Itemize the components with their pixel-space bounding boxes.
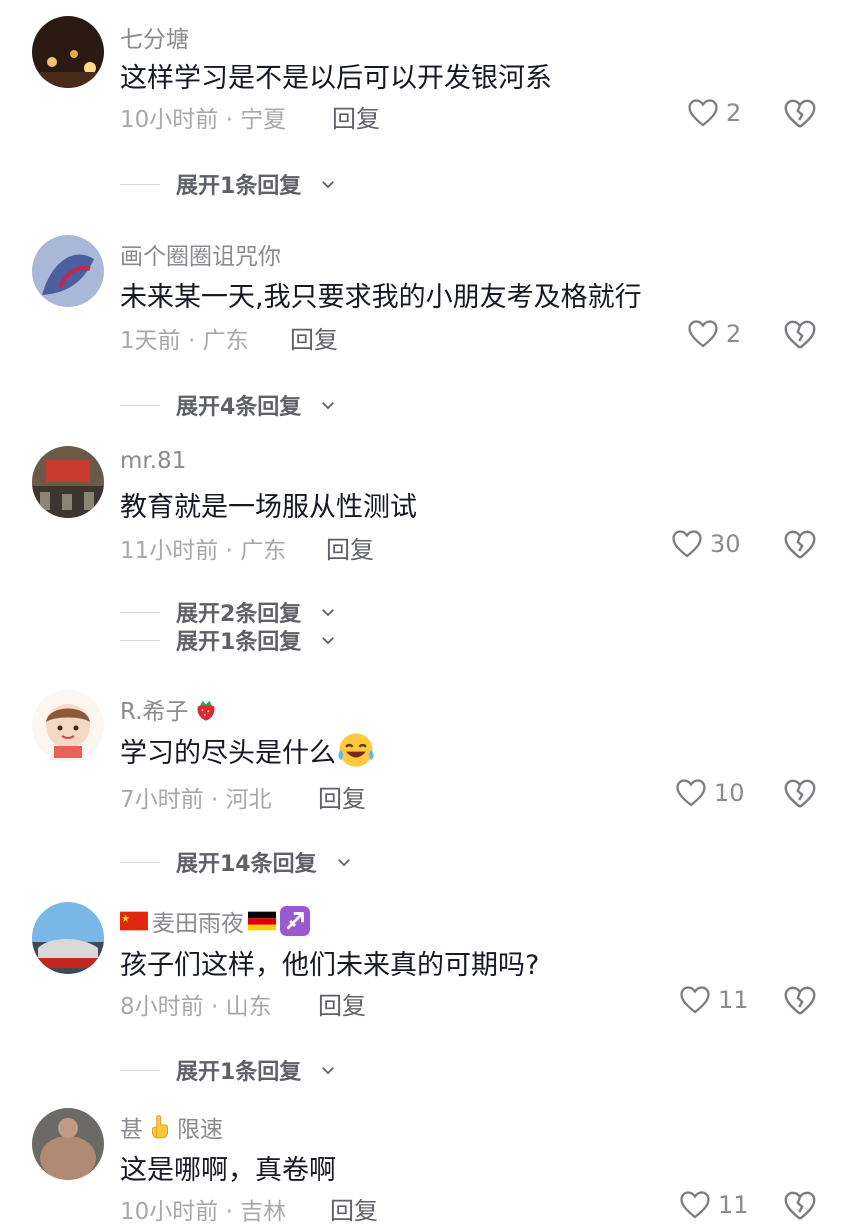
username[interactable]: 七分塘 — [120, 20, 189, 54]
china-flag-icon — [120, 911, 148, 931]
chevron-down-icon — [322, 181, 335, 189]
divider-line — [120, 639, 160, 641]
like-count: 11 — [718, 1191, 749, 1219]
comment-text-body: 这样学习是不是以后可以开发银河系 — [120, 63, 552, 94]
comment-text-body: 这是哪啊，真卷啊 — [120, 1155, 336, 1186]
like-button[interactable]: 30 — [670, 527, 741, 561]
broken-heart-icon[interactable] — [782, 776, 818, 812]
comment-meta: 1天前 · 广东 — [120, 328, 249, 354]
expand-label[interactable]: 展开1条回复 — [176, 1054, 301, 1086]
username[interactable]: 画个圈圈诅咒你 — [120, 237, 281, 271]
comment-text-body: 未来某一天,我只要求我的小朋友考及格就行 — [120, 282, 642, 313]
like-button[interactable]: 10 — [674, 776, 745, 810]
like-count: 2 — [726, 320, 742, 348]
heart-outline-icon — [676, 779, 706, 807]
comment-text: 这是哪啊，真卷啊 — [120, 1148, 336, 1187]
sagittarius-icon — [280, 906, 310, 936]
reply-button[interactable]: 回复 — [290, 320, 338, 355]
username[interactable]: mr.81 — [120, 448, 186, 474]
username-suffix[interactable]: 限速 — [177, 1110, 223, 1144]
chevron-down-icon — [322, 637, 335, 645]
username[interactable]: R.希子 — [120, 692, 220, 726]
like-count: 2 — [726, 99, 742, 127]
expand-replies-button[interactable]: 展开1条回复 — [120, 1054, 337, 1086]
avatar[interactable] — [32, 1108, 104, 1180]
comment-meta: 8小时前 · 山东 — [120, 994, 272, 1020]
pointing-up-hand-icon — [151, 1115, 169, 1139]
broken-heart-icon[interactable] — [782, 317, 818, 353]
avatar[interactable] — [32, 690, 104, 762]
divider-line — [120, 1069, 160, 1071]
username-text[interactable]: 七分塘 — [120, 20, 189, 54]
avatar[interactable] — [32, 902, 104, 974]
germany-flag-icon — [248, 911, 276, 931]
divider-line — [120, 611, 160, 613]
laughing-crying-emoji-icon — [338, 733, 374, 767]
avatar[interactable] — [32, 446, 104, 518]
broken-heart-icon[interactable] — [782, 1188, 818, 1224]
comment-meta: 10小时前 · 吉林 — [120, 1199, 287, 1225]
like-button[interactable]: 2 — [686, 317, 741, 351]
username-text[interactable]: 麦田雨夜 — [152, 904, 244, 938]
heart-outline-icon — [680, 1191, 710, 1219]
username-text[interactable]: R.希子 — [120, 692, 188, 726]
comment-text: 教育就是一场服从性测试 — [120, 485, 417, 524]
comment-meta: 7小时前 · 河北 — [120, 787, 272, 813]
comment-meta: 10小时前 · 宁夏 — [120, 107, 287, 133]
avatar[interactable] — [32, 235, 104, 307]
username[interactable]: 麦田雨夜 — [120, 904, 310, 938]
reply-button[interactable]: 回复 — [318, 986, 366, 1021]
divider-line — [120, 183, 160, 185]
expand-replies-button[interactable]: 展开4条回复 — [120, 389, 337, 421]
heart-outline-icon — [672, 530, 702, 558]
expand-replies-button[interactable]: 展开14条回复 — [120, 846, 353, 878]
reply-button[interactable]: 回复 — [318, 779, 366, 814]
broken-heart-icon[interactable] — [782, 983, 818, 1019]
expand-label[interactable]: 展开14条回复 — [176, 846, 317, 878]
avatar[interactable] — [32, 16, 104, 88]
reply-button[interactable]: 回复 — [326, 530, 374, 565]
username-text[interactable]: 画个圈圈诅咒你 — [120, 237, 281, 271]
like-count: 30 — [710, 530, 741, 558]
reply-button[interactable]: 回复 — [332, 99, 380, 134]
chevron-down-icon — [322, 609, 335, 617]
comment-text-body: 学习的尽头是什么 — [120, 737, 336, 769]
heart-outline-icon — [688, 320, 718, 348]
comment-text: 这样学习是不是以后可以开发银河系 — [120, 56, 552, 95]
divider-line — [120, 404, 160, 406]
like-button[interactable]: 11 — [678, 983, 749, 1017]
chevron-down-icon — [322, 402, 335, 410]
broken-heart-icon[interactable] — [782, 96, 818, 132]
comment-text: 未来某一天,我只要求我的小朋友考及格就行 — [120, 275, 642, 314]
strawberry-icon — [198, 700, 215, 721]
username-text[interactable]: 甚 — [120, 1110, 143, 1144]
comment-text: 学习的尽头是什么 — [120, 730, 376, 770]
expand-label[interactable]: 展开4条回复 — [176, 389, 301, 421]
divider-line — [120, 861, 160, 863]
username-text[interactable]: mr.81 — [120, 448, 186, 474]
broken-heart-icon[interactable] — [782, 527, 818, 563]
heart-outline-icon — [680, 986, 710, 1014]
reply-button[interactable]: 回复 — [330, 1191, 378, 1226]
comment-text: 孩子们这样，他们未来真的可期吗? — [120, 943, 539, 982]
username[interactable]: 甚 限速 — [120, 1110, 223, 1144]
comment-text-body: 孩子们这样，他们未来真的可期吗? — [120, 950, 540, 981]
chevron-down-icon — [322, 1067, 335, 1075]
like-count: 11 — [718, 986, 749, 1014]
expand-label[interactable]: 展开1条回复 — [176, 624, 301, 656]
comment-text-body: 教育就是一场服从性测试 — [120, 492, 417, 523]
comment-meta: 11小时前 · 广东 — [120, 538, 287, 564]
chevron-down-icon — [337, 859, 350, 867]
like-count: 10 — [714, 779, 745, 807]
like-button[interactable]: 2 — [686, 96, 741, 130]
like-button[interactable]: 11 — [678, 1188, 749, 1222]
expand-replies-button[interactable]: 展开1条回复 — [120, 168, 337, 200]
heart-outline-icon — [688, 99, 718, 127]
expand-label[interactable]: 展开1条回复 — [176, 168, 301, 200]
expand-replies-button[interactable]: 展开1条回复 — [120, 624, 337, 656]
